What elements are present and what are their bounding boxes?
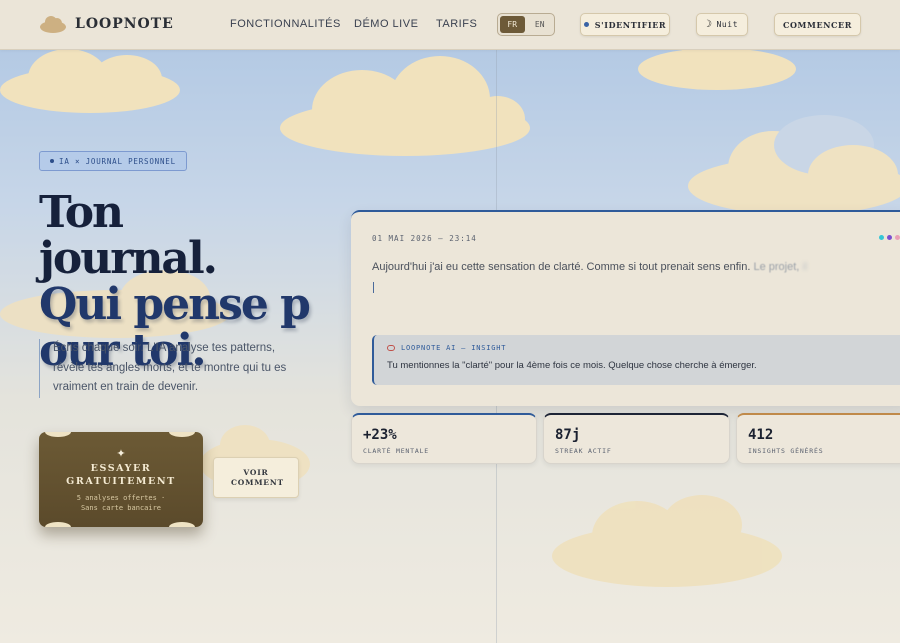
insight-header: LOOPNOTE AI — INSIGHT [387, 344, 506, 352]
journal-entry-text[interactable]: Aujourd'hui j'ai eu cette sensation de c… [372, 261, 892, 273]
hero-description: Écris chaque soir. L'IA analyse tes patt… [39, 339, 301, 398]
window-dots [879, 235, 900, 240]
pink-dot-icon [895, 235, 900, 240]
dot-icon [50, 159, 54, 163]
stat-value: 412 [748, 427, 774, 443]
entry-date: 01 MAI 2026 — 23:14 [372, 234, 477, 243]
entry-fading-text-2: il [802, 261, 808, 273]
start-button[interactable]: COMMENCER [774, 13, 861, 36]
entry-fading-text: Le projet, [753, 261, 800, 273]
stat-label: CLARTÉ MENTALE [363, 447, 429, 455]
try-free-label: ESSAYER GRATUITEMENT [66, 463, 176, 487]
lang-fr-button[interactable]: FR [500, 16, 525, 33]
theme-label: Nuit [716, 20, 739, 29]
stat-card-streak: 87j STREAK ACTIF [543, 413, 730, 464]
signin-button[interactable]: S'IDENTIFIER [580, 13, 670, 36]
hero-tag: IA × JOURNAL PERSONNEL [39, 151, 187, 171]
cloud-decoration [688, 115, 900, 215]
theme-toggle-button[interactable]: ☽ Nuit [696, 13, 748, 36]
language-switch: FR EN [497, 13, 555, 36]
brand-name: LOOPNOTE [75, 16, 174, 32]
chat-bubble-icon [387, 345, 395, 351]
signin-label: S'IDENTIFIER [594, 19, 667, 30]
nav-link-features[interactable]: FONCTIONNALITÉS [230, 18, 341, 30]
insight-label: LOOPNOTE AI — INSIGHT [401, 344, 507, 352]
stat-label: STREAK ACTIF [555, 447, 612, 455]
hero-title-line1: Ton journal. [39, 187, 218, 284]
stat-value: 87j [555, 427, 581, 443]
hero-tag-label: IA × JOURNAL PERSONNEL [59, 156, 176, 166]
dot-icon [583, 22, 589, 27]
purple-dot-icon [887, 235, 892, 240]
see-how-button[interactable]: VOIR COMMENT [213, 457, 299, 498]
moon-icon: ☽ [705, 19, 713, 30]
see-how-label: VOIR COMMENT [231, 467, 284, 487]
cloud-logo-icon [40, 14, 66, 34]
sparkle-icon: ✦ [116, 448, 126, 460]
stat-card-clarity: +23% CLARTÉ MENTALE [351, 413, 537, 464]
try-free-subtext-2: Sans carte bancaire [80, 504, 162, 512]
insight-text: Tu mentionnes la "clarté" pour la 4ème f… [387, 360, 757, 371]
nav-link-pricing[interactable]: TARIFS [436, 18, 477, 30]
ai-insight-box: LOOPNOTE AI — INSIGHT Tu mentionnes la "… [372, 335, 900, 385]
journal-entry-card: 01 MAI 2026 — 23:14 Aujourd'hui j'ai eu … [351, 210, 900, 406]
nav-link-live-demo[interactable]: DÉMO LIVE [354, 18, 418, 30]
brand-logo[interactable]: LOOPNOTE [40, 14, 174, 34]
cloud-decoration [0, 45, 185, 120]
stat-card-insights: 412 INSIGHTS GÉNÉRÉS [736, 413, 900, 464]
cloud-decoration [552, 495, 787, 590]
entry-typed-text: Aujourd'hui j'ai eu cette sensation de c… [372, 261, 751, 273]
try-free-button[interactable]: ✦ ESSAYER GRATUITEMENT 5 analyses offert… [39, 432, 203, 527]
top-nav: LOOPNOTE FONCTIONNALITÉS DÉMO LIVE TARIF… [0, 0, 900, 50]
lang-en-button[interactable]: EN [528, 16, 553, 33]
stat-value: +23% [363, 427, 397, 443]
text-caret [373, 282, 374, 293]
cyan-dot-icon [879, 235, 884, 240]
stat-label: INSIGHTS GÉNÉRÉS [748, 447, 824, 455]
try-free-subtext-1: 5 analyses offertes · [76, 494, 166, 502]
